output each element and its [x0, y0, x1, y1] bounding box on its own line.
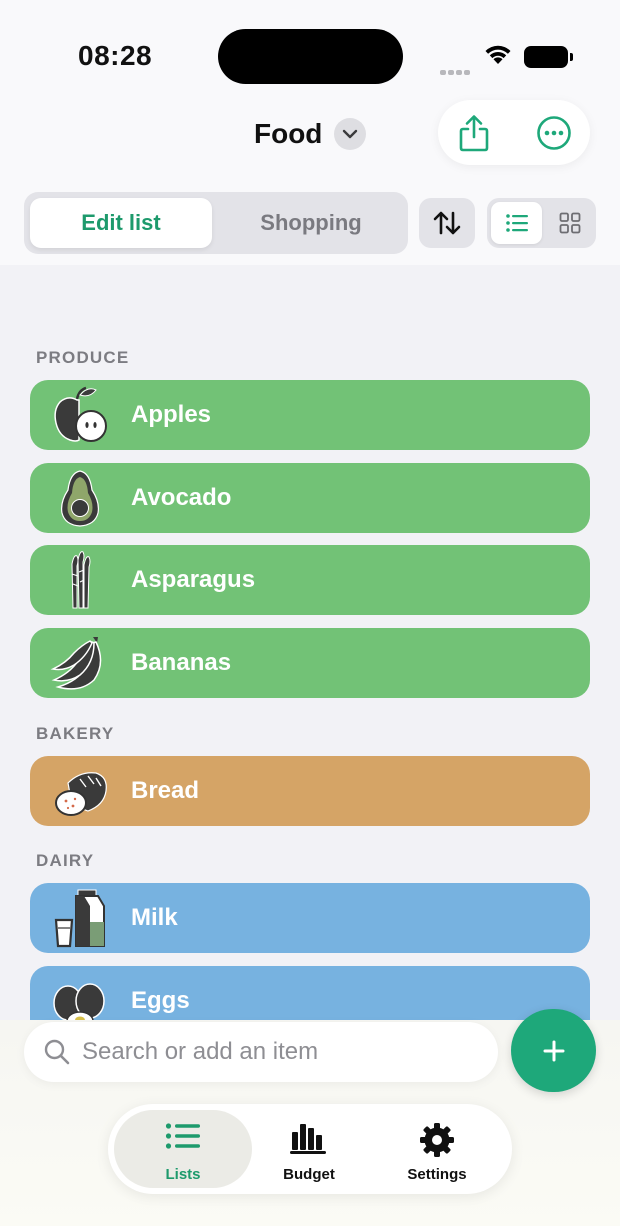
tab-label: Lists [165, 1166, 201, 1183]
section-header-dairy: DAIRY [36, 851, 95, 870]
list-title-picker[interactable]: Food [254, 116, 367, 152]
segment-shopping[interactable]: Shopping [220, 198, 402, 248]
search-bar [24, 1022, 498, 1082]
item-label: Bananas [131, 649, 232, 676]
list-item-bananas[interactable]: Bananas [30, 628, 590, 698]
grid-view-icon [559, 212, 580, 234]
bread-icon [55, 772, 107, 816]
wifi-icon [485, 45, 511, 64]
status-time: 08:28 [78, 40, 153, 71]
grid-view-button[interactable] [547, 202, 592, 244]
list-view-button[interactable] [491, 202, 542, 244]
mode-segmented-control: Edit list Shopping [24, 192, 408, 254]
list-item-avocado[interactable]: Avocado [30, 463, 590, 533]
share-button[interactable] [456, 114, 492, 152]
share-icon [459, 115, 489, 152]
item-label: Apples [131, 401, 212, 428]
segment-edit-list[interactable]: Edit list [30, 198, 212, 248]
item-label: Eggs [131, 987, 190, 1014]
chevron-down-icon [334, 118, 367, 150]
item-label: Milk [131, 904, 178, 931]
page-title: Food [254, 118, 323, 149]
list-view-icon [505, 214, 528, 232]
more-options-button[interactable] [536, 115, 572, 151]
tab-label: Settings [407, 1166, 467, 1183]
item-label: Bread [131, 777, 200, 804]
plus-icon [543, 1040, 564, 1061]
tab-budget[interactable]: Budget [246, 1110, 372, 1188]
top-actions-group [438, 100, 590, 165]
view-mode-toggle [487, 198, 596, 248]
tab-label: Budget [283, 1166, 335, 1183]
avocado-icon [61, 470, 99, 527]
add-item-button[interactable] [511, 1009, 596, 1092]
status-icons [440, 42, 580, 75]
item-label: Asparagus [131, 566, 256, 593]
banana-icon [50, 637, 102, 690]
section-header-bakery: BAKERY [36, 724, 115, 743]
item-label: Avocado [131, 484, 232, 511]
section-header-produce: PRODUCE [36, 348, 130, 367]
tab-bar: Lists Budget Settings [108, 1104, 512, 1194]
search-input[interactable] [82, 1035, 482, 1069]
tab-lists[interactable]: Lists [114, 1110, 252, 1188]
list-icon [165, 1123, 200, 1149]
milk-icon [54, 889, 105, 948]
list-item-milk[interactable]: Milk [30, 883, 590, 953]
apple-icon [54, 386, 107, 442]
sort-button[interactable] [419, 198, 475, 248]
cellular-signal-icon [440, 62, 472, 80]
bar-chart-icon [290, 1124, 326, 1154]
list-item-asparagus[interactable]: Asparagus [30, 545, 590, 615]
ellipsis-circle-icon [537, 116, 571, 150]
battery-icon [524, 46, 573, 68]
sort-arrows-icon [433, 211, 461, 235]
tab-settings[interactable]: Settings [374, 1110, 500, 1188]
search-icon [44, 1039, 70, 1065]
list-item-apples[interactable]: Apples [30, 380, 590, 450]
gear-icon [420, 1123, 454, 1157]
list-item-bread[interactable]: Bread [30, 756, 590, 826]
asparagus-icon [71, 551, 91, 609]
dynamic-island [218, 29, 403, 84]
